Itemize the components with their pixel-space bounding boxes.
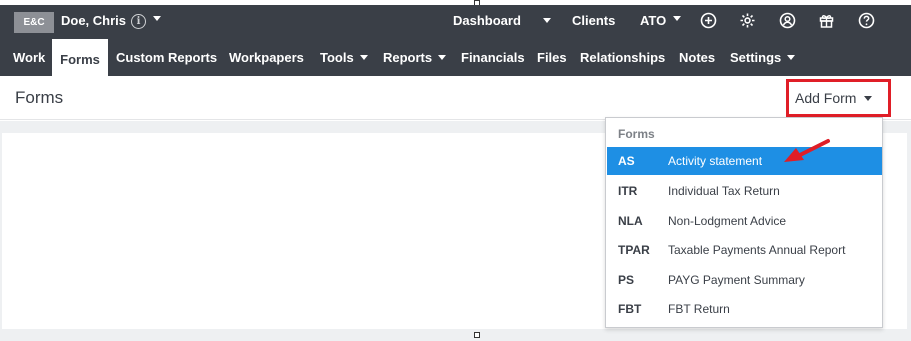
add-icon[interactable]: [700, 12, 717, 29]
nav-workpapers[interactable]: Workpapers: [229, 39, 304, 76]
nav-tools-label: Tools: [320, 50, 354, 65]
page-header: Forms Add Form: [0, 76, 911, 120]
nav-financials[interactable]: Financials: [461, 39, 525, 76]
reports-caret-icon: [438, 55, 447, 60]
add-form-caret-icon: [864, 95, 873, 101]
form-label: Individual Tax Return: [668, 184, 780, 198]
form-option-itr[interactable]: ITR Individual Tax Return: [607, 177, 882, 205]
form-option-tpar[interactable]: TPAR Taxable Payments Annual Report: [607, 236, 882, 264]
info-icon[interactable]: i: [131, 14, 146, 29]
form-code: PS: [618, 273, 635, 287]
nav-files-label: Files: [537, 50, 567, 65]
nav-settings[interactable]: Settings: [730, 39, 796, 76]
form-label: Activity statement: [668, 154, 763, 168]
form-label: Non-Lodgment Advice: [668, 214, 787, 228]
nav-work[interactable]: Work: [13, 39, 45, 76]
form-option-nla[interactable]: NLA Non-Lodgment Advice: [607, 207, 882, 235]
client-name[interactable]: Doe, Chris: [61, 13, 126, 28]
nav-custom-reports[interactable]: Custom Reports: [116, 39, 217, 76]
screenshot-page: E&C Doe, Chris i Dashboard Clients ATO W…: [0, 0, 911, 341]
form-option-as[interactable]: AS Activity statement: [607, 147, 882, 175]
nav-relationships[interactable]: Relationships: [580, 39, 665, 76]
form-label: FBT Return: [668, 302, 730, 316]
add-form-dropdown: Forms AS Activity statement ITR Individu…: [605, 117, 883, 328]
main-nav: Work Forms Custom Reports Workpapers Too…: [0, 39, 911, 76]
ato-caret-icon[interactable]: [673, 16, 681, 21]
nav-files[interactable]: Files: [537, 39, 567, 76]
nav-notes[interactable]: Notes: [679, 39, 715, 76]
dashboard-link[interactable]: Dashboard: [453, 13, 521, 28]
client-badge: E&C: [14, 12, 54, 33]
form-option-fbt[interactable]: FBT FBT Return: [607, 295, 882, 323]
nav-forms-label: Forms: [60, 51, 100, 67]
add-form-label: Add Form: [795, 90, 857, 106]
top-bar: E&C Doe, Chris i Dashboard Clients ATO: [0, 5, 911, 39]
nav-workpapers-label: Workpapers: [229, 50, 304, 65]
form-code: FBT: [618, 302, 642, 316]
form-code: AS: [618, 154, 635, 168]
form-label: PAYG Payment Summary: [668, 273, 805, 287]
gift-icon[interactable]: [818, 12, 835, 29]
page-title: Forms: [15, 88, 64, 107]
nav-work-label: Work: [13, 50, 46, 65]
nav-relationships-label: Relationships: [580, 50, 666, 65]
nav-forms[interactable]: Forms: [52, 39, 108, 76]
form-label: Taxable Payments Annual Report: [668, 243, 846, 257]
clients-link[interactable]: Clients: [572, 13, 615, 28]
form-code: ITR: [618, 184, 638, 198]
nav-reports-label: Reports: [383, 50, 433, 65]
nav-notes-label: Notes: [679, 50, 716, 65]
client-menu-caret-icon[interactable]: [153, 16, 161, 21]
form-option-ps[interactable]: PS PAYG Payment Summary: [607, 266, 882, 294]
dashboard-dropdown-caret-icon[interactable]: [543, 18, 551, 23]
form-code: TPAR: [618, 243, 650, 257]
settings-caret-icon: [787, 55, 796, 60]
tools-caret-icon: [359, 55, 368, 60]
nav-settings-label: Settings: [730, 50, 782, 65]
gear-icon[interactable]: [739, 12, 756, 29]
resize-handle-bottom[interactable]: [474, 332, 480, 338]
add-form-button[interactable]: Add Form: [786, 79, 891, 117]
dropdown-header: Forms: [618, 127, 655, 141]
annotation-arrow-icon: [784, 139, 830, 162]
help-icon[interactable]: [858, 12, 875, 29]
form-code: NLA: [618, 214, 643, 228]
nav-reports[interactable]: Reports: [383, 39, 447, 76]
nav-tools[interactable]: Tools: [320, 39, 368, 76]
nav-financials-label: Financials: [461, 50, 525, 65]
nav-custom-reports-label: Custom Reports: [116, 50, 218, 65]
user-icon[interactable]: [779, 12, 796, 29]
ato-link[interactable]: ATO: [640, 13, 666, 28]
